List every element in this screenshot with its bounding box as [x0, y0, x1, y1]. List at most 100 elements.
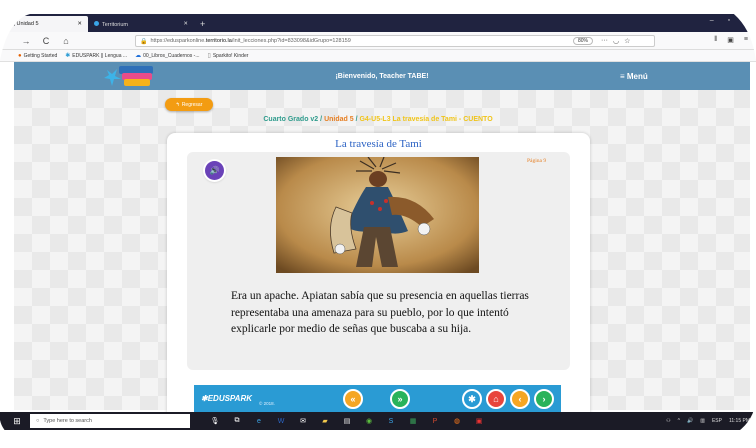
breadcrumb-grade[interactable]: Cuarto Grado v2: [263, 116, 318, 123]
audio-button[interactable]: 🔊: [205, 161, 224, 180]
chevron-right-icon: ›: [542, 394, 546, 404]
sidebar-icon[interactable]: ▣: [727, 36, 734, 44]
back-arrow-icon: ↰: [175, 101, 180, 108]
star-icon: ✱: [201, 394, 208, 403]
window-controls: – ▫ ✕: [710, 17, 750, 25]
taskbar-search[interactable]: ○ Type here to search: [30, 414, 190, 428]
library-icon[interactable]: ⫴: [714, 36, 717, 44]
page-icon: ▯: [207, 53, 211, 59]
forward-chevron-button[interactable]: ›: [534, 389, 554, 409]
cloud-icon: ☁: [135, 53, 142, 59]
back-chevron-button[interactable]: ‹: [510, 389, 530, 409]
tab-label: ... || Unidad 5: [6, 21, 39, 27]
breadcrumb-lesson: G4-U5-L3 La travesía de Tami - CUENTO: [359, 116, 493, 123]
bookmark-sparkito[interactable]: ▯ Sparkito! Kinder: [207, 52, 249, 60]
url-actions: ··· ◡ ☆: [601, 37, 630, 45]
url-prefix: https://edusparkonline.: [150, 38, 206, 44]
pdf-icon[interactable]: ▣: [472, 414, 486, 428]
bookmark-libros[interactable]: ☁ 00_Libros_Cuadernos -...: [135, 52, 200, 60]
menu-icon[interactable]: ≡: [744, 36, 748, 44]
breadcrumb: Cuarto Grado v2 / Unidad 5 / G4-U5-L3 La…: [0, 116, 756, 123]
skype-icon[interactable]: S: [384, 414, 398, 428]
close-icon[interactable]: ✕: [77, 21, 82, 27]
search-icon: ○: [36, 418, 40, 424]
search-placeholder: Type here to search: [43, 418, 92, 424]
bookmark-getting-started[interactable]: ● Getting Started: [18, 53, 57, 59]
edge-icon[interactable]: e: [252, 414, 266, 428]
site-header: ¡Bienvenido, Teacher TABE! ≡ Menú: [14, 62, 750, 90]
bookmark-label: 00_Libros_Cuadernos -...: [143, 52, 200, 59]
menu-button[interactable]: ≡ Menú: [620, 72, 648, 81]
microphone-icon[interactable]: 🎙: [208, 414, 222, 428]
bookmark-label: Getting Started: [23, 52, 58, 59]
chevron-left-icon: ‹: [518, 394, 522, 404]
task-view-icon[interactable]: ⧉: [230, 414, 244, 428]
tab-territorium[interactable]: Territorium ✕: [88, 16, 194, 32]
volume-icon[interactable]: 🔊: [687, 418, 693, 424]
star-button[interactable]: ✱: [462, 389, 482, 409]
url-bar[interactable]: 🔒 https://edusparkonline. territorio.la/i…: [135, 35, 655, 47]
back-button-label: Regresar: [181, 101, 203, 108]
firefox-icon: ●: [18, 52, 22, 59]
star-icon: ✱: [65, 53, 71, 59]
zoom-level[interactable]: 80%: [573, 37, 594, 45]
navigation-bar: → C ⌂ 🔒 https://edusparkonline. territori…: [0, 32, 756, 50]
store-icon[interactable]: ▤: [340, 414, 354, 428]
next-page-button[interactable]: »: [390, 389, 410, 409]
windows-taskbar: ⊞ ○ Type here to search 🎙 ⧉ e W ✉ ▰ ▤ ◉ …: [0, 412, 756, 430]
eduspark-logo: ✱EDUSPARK: [201, 394, 252, 403]
bookmarks-bar: ● Getting Started ✱ EDUSPARK || Lengua ...…: [0, 50, 756, 62]
clock[interactable]: 11:15 PM: [729, 418, 750, 424]
copyright-text: © 2018.: [259, 401, 275, 406]
mail-icon[interactable]: ✉: [296, 414, 310, 428]
lock-icon: 🔒: [140, 38, 148, 45]
people-icon[interactable]: ⚇: [666, 418, 670, 424]
double-chevron-left-icon: «: [350, 394, 356, 404]
tab-label: Territorium: [94, 20, 128, 28]
bookmark-eduspark[interactable]: ✱ EDUSPARK || Lengua ...: [65, 52, 128, 60]
tab-unidad-5[interactable]: ... || Unidad 5 ✕: [0, 16, 88, 32]
more-icon[interactable]: ···: [601, 37, 608, 45]
chrome-icon[interactable]: ◉: [362, 414, 376, 428]
close-icon[interactable]: ✕: [183, 21, 188, 27]
url-path: /init_lecciones.php?id=833098&idGrupo=12…: [231, 38, 351, 44]
star-icon: ✱: [468, 393, 476, 404]
speaker-icon: 🔊: [209, 166, 220, 175]
bookmark-star-icon[interactable]: ☆: [624, 37, 630, 45]
windows-start-icon[interactable]: ⊞: [8, 416, 26, 427]
toolbar-icons: ⫴ ▣ ≡: [714, 36, 748, 44]
minimize-button[interactable]: –: [710, 17, 714, 25]
pocket-icon[interactable]: ◡: [613, 37, 619, 45]
system-tray: ⚇ ^ 🔊 ▥ ESP 11:15 PM: [666, 413, 750, 429]
story-text: Era un apache. Apiatan sabía que su pres…: [231, 290, 529, 335]
reload-icon[interactable]: C: [40, 36, 52, 46]
maximize-button[interactable]: ▫: [728, 17, 730, 25]
tab-label-text: Territorium: [102, 21, 128, 28]
story-illustration: [276, 157, 479, 273]
chevron-up-icon[interactable]: ^: [678, 418, 680, 424]
previous-page-button[interactable]: «: [343, 389, 363, 409]
bookmark-label: EDUSPARK || Lengua ...: [72, 52, 128, 59]
page-number: Página 9: [527, 158, 547, 164]
home-icon[interactable]: ⌂: [60, 36, 72, 46]
firefox-icon[interactable]: ◍: [450, 414, 464, 428]
network-icon[interactable]: ▥: [700, 418, 705, 424]
home-icon: ⌂: [493, 394, 499, 404]
url-domain: territorio.la: [205, 38, 232, 44]
powerpoint-icon[interactable]: P: [428, 414, 442, 428]
footer-logo-text: EDUSPARK: [207, 394, 253, 403]
window-close-button[interactable]: ✕: [744, 17, 750, 25]
new-tab-button[interactable]: +: [194, 16, 211, 32]
bookmark-label: Sparkito! Kinder: [212, 52, 249, 59]
story-title: La travesía de Tami: [335, 138, 422, 150]
language-indicator[interactable]: ESP: [712, 418, 722, 424]
back-arrow-icon[interactable]: →: [20, 36, 32, 46]
folder-icon[interactable]: ▰: [318, 414, 332, 428]
double-chevron-right-icon: »: [397, 394, 403, 404]
breadcrumb-unit[interactable]: Unidad 5: [324, 116, 354, 123]
home-button[interactable]: ⌂: [486, 389, 506, 409]
back-button[interactable]: ↰ Regresar: [165, 98, 213, 111]
tab-favicon-icon: [94, 20, 99, 26]
word-icon[interactable]: W: [274, 414, 288, 428]
spreadsheet-icon[interactable]: ▦: [406, 414, 420, 428]
